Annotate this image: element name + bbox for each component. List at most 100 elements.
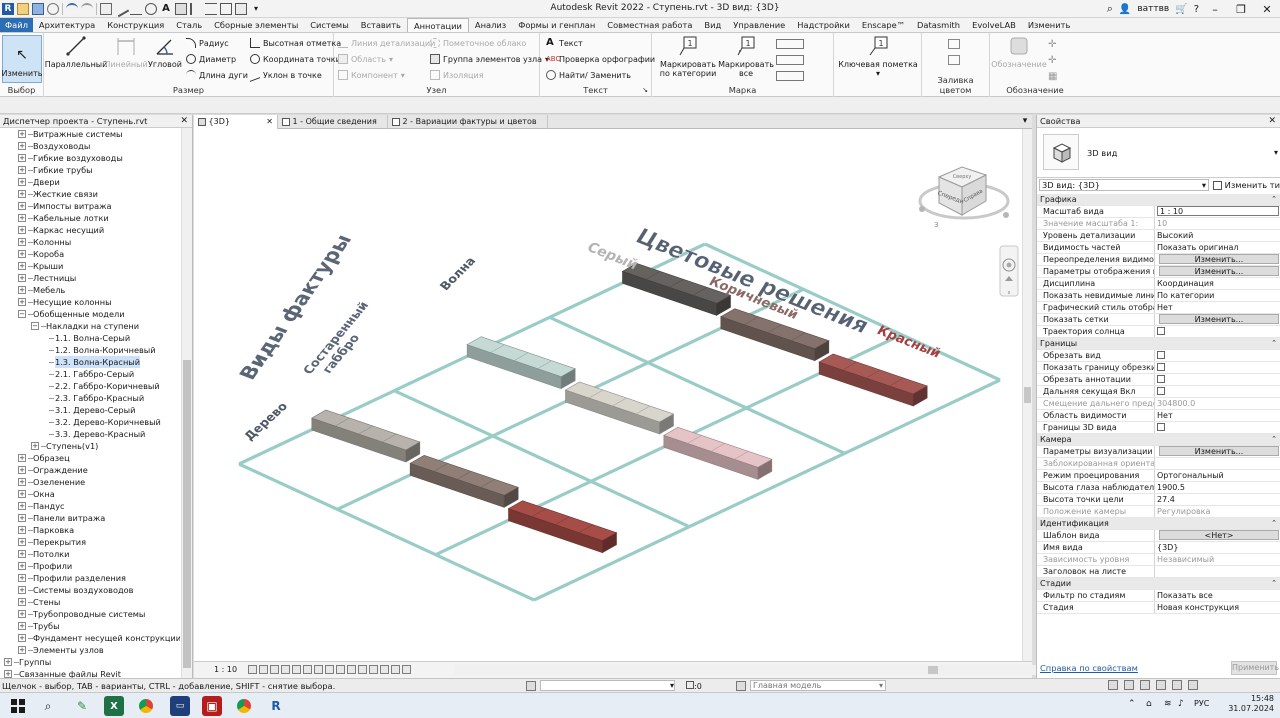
revision-cloud-button[interactable]: Пометочное облако xyxy=(430,36,526,50)
property-value[interactable] xyxy=(1155,566,1280,577)
tree-item[interactable]: + Ограждение xyxy=(0,464,180,476)
filter-icon[interactable] xyxy=(1188,680,1198,690)
tree-item[interactable]: + Профили разделения xyxy=(0,572,180,584)
property-value[interactable] xyxy=(1155,350,1280,361)
tree-item[interactable]: 1.1. Волна-Серый xyxy=(0,332,180,344)
tree-item[interactable]: + Фундамент несущей конструкции xyxy=(0,632,180,644)
tree-item[interactable]: + Гибкие трубы xyxy=(0,164,180,176)
collapse-icon[interactable]: − xyxy=(31,322,39,330)
stair-tile[interactable] xyxy=(564,381,675,435)
expand-icon[interactable]: + xyxy=(18,130,26,138)
constraints-icon[interactable] xyxy=(380,665,389,674)
stair-tag-icon[interactable] xyxy=(776,55,804,65)
editing-requests[interactable]: :0 xyxy=(686,681,702,691)
tree-item[interactable]: 3.1. Дерево-Серый xyxy=(0,404,180,416)
scrollbar-thumb[interactable] xyxy=(1024,387,1031,403)
revit-logo-icon[interactable]: R xyxy=(2,3,14,15)
chrome-profile-icon[interactable] xyxy=(234,696,254,716)
stair-tile[interactable] xyxy=(409,455,519,508)
customize-qat-icon[interactable]: ▾ xyxy=(250,3,262,15)
tray-volume-icon[interactable]: ♪ xyxy=(1178,699,1184,709)
properties-help-link[interactable]: Справка по свойствам xyxy=(1040,663,1138,673)
reveal-hidden-icon[interactable] xyxy=(347,665,356,674)
property-edit-button[interactable]: Изменить... xyxy=(1159,446,1279,456)
view-cube[interactable]: Сверху Спереди Справа З xyxy=(918,166,1010,229)
tree-item[interactable]: + Двери xyxy=(0,176,180,188)
scrollbar-thumb[interactable] xyxy=(928,666,938,674)
beam-tag-icon[interactable] xyxy=(776,71,804,81)
tree-item[interactable]: 2.3. Габбро-Красный xyxy=(0,392,180,404)
spelling-button[interactable]: ABC Проверка орфографии xyxy=(546,52,655,66)
user-icon[interactable]: 👤 xyxy=(1119,4,1131,15)
color-fill-edit-icon[interactable] xyxy=(948,55,960,65)
sync-icon[interactable] xyxy=(47,3,59,15)
collapse-group-icon[interactable]: ⌃ xyxy=(1271,578,1277,589)
detail-line-button[interactable]: Линия детализации xyxy=(338,36,435,50)
thin-lines-icon[interactable] xyxy=(205,3,217,15)
angular-dimension-button[interactable]: Угловой xyxy=(146,35,184,69)
select-by-face-icon[interactable] xyxy=(1156,680,1166,690)
tree-item[interactable]: + Мебель xyxy=(0,284,180,296)
help-icon[interactable]: ? xyxy=(1194,4,1199,15)
tree-item[interactable]: + Витражные системы xyxy=(0,128,180,140)
undo-icon[interactable] xyxy=(66,3,78,15)
edit-type-button[interactable]: Изменить тип xyxy=(1213,179,1280,191)
tree-item[interactable]: + Ступень(v1) xyxy=(0,440,180,452)
expand-icon[interactable]: + xyxy=(18,538,26,546)
expand-icon[interactable]: + xyxy=(18,178,26,186)
tab-17[interactable]: Изменить xyxy=(1022,18,1077,32)
property-group-header[interactable]: Границы ⌃ xyxy=(1037,338,1280,350)
expand-icon[interactable]: + xyxy=(18,502,26,510)
radius-button[interactable]: Радиус xyxy=(186,36,229,50)
tab-4[interactable]: Сборные элементы xyxy=(208,18,304,32)
apply-button[interactable]: Применить xyxy=(1231,661,1279,675)
tree-item[interactable]: + Жесткие связи xyxy=(0,188,180,200)
tree-item[interactable]: + Пандус xyxy=(0,500,180,512)
tag-by-category-button[interactable]: 1 Маркировать по категории xyxy=(656,35,720,78)
text-button[interactable]: A Текст xyxy=(546,36,583,50)
tray-network-icon[interactable]: ⌂ xyxy=(1146,699,1152,709)
user-name[interactable]: ваттвв xyxy=(1137,4,1169,14)
property-value[interactable] xyxy=(1155,326,1280,337)
type-selector[interactable]: 3D вид ▾ xyxy=(1037,128,1280,178)
expand-icon[interactable]: + xyxy=(18,478,26,486)
expand-icon[interactable]: + xyxy=(18,214,26,222)
property-value[interactable]: {3D} xyxy=(1155,542,1280,553)
tree-item[interactable]: 1.2. Волна-Коричневый xyxy=(0,344,180,356)
tree-item[interactable]: + Связанные файлы Revit xyxy=(0,668,180,678)
tray-wifi-icon[interactable]: ≋ xyxy=(1164,699,1172,709)
expand-icon[interactable]: + xyxy=(18,190,26,198)
tree-item[interactable]: + Перекрытия xyxy=(0,536,180,548)
property-edit-button[interactable]: Изменить... xyxy=(1159,314,1279,324)
expand-icon[interactable]: + xyxy=(18,514,26,522)
render-icon[interactable] xyxy=(292,665,301,674)
collapse-group-icon[interactable]: ⌃ xyxy=(1271,434,1277,445)
tree-item[interactable]: + Импосты витража xyxy=(0,200,180,212)
visual-style-icon[interactable] xyxy=(259,665,268,674)
property-value[interactable]: Показать все xyxy=(1155,590,1280,601)
region-button[interactable]: Область ▾ xyxy=(338,52,393,66)
property-value[interactable]: Нет xyxy=(1155,302,1280,313)
save-icon[interactable] xyxy=(32,3,44,15)
property-value[interactable] xyxy=(1155,422,1280,433)
view-tab-3d[interactable]: {3D} ✕ xyxy=(194,115,278,129)
select-underlay-icon[interactable] xyxy=(1124,680,1134,690)
expand-icon[interactable]: + xyxy=(18,622,26,630)
tab-11[interactable]: Вид xyxy=(698,18,727,32)
tree-item[interactable]: + Каркас несущий xyxy=(0,224,180,236)
tab-2[interactable]: Конструкция xyxy=(101,18,170,32)
expand-icon[interactable]: + xyxy=(18,298,26,306)
windows-start-icon[interactable] xyxy=(8,696,28,716)
expand-icon[interactable]: + xyxy=(18,598,26,606)
spot-coordinate-button[interactable]: Координата точки xyxy=(250,52,341,66)
collapse-group-icon[interactable]: ⌃ xyxy=(1271,338,1277,349)
property-value[interactable] xyxy=(1155,386,1280,397)
tree-item[interactable]: + Образец xyxy=(0,452,180,464)
property-value[interactable]: Показать оригинал xyxy=(1155,242,1280,253)
property-value[interactable]: Изменить... xyxy=(1155,446,1280,457)
tab-5[interactable]: Системы xyxy=(304,18,355,32)
view-scale[interactable]: 1 : 10 xyxy=(214,665,237,674)
tab-16[interactable]: EvolveLAB xyxy=(966,18,1022,32)
property-checkbox[interactable] xyxy=(1157,327,1165,335)
property-input[interactable]: 1 : 10 xyxy=(1157,206,1279,216)
